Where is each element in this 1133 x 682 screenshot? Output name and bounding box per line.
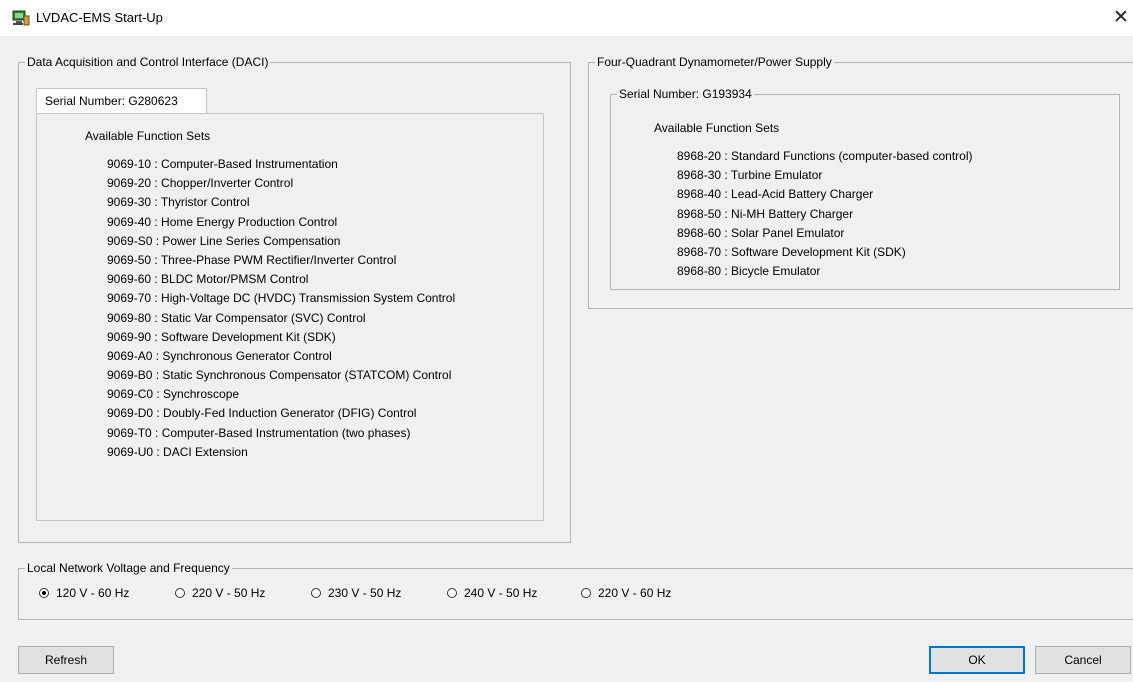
daci-function-list: 9069-10 : Computer-Based Instrumentation… — [107, 155, 455, 462]
ok-button[interactable]: OK — [929, 646, 1025, 674]
function-set-item: 9069-T0 : Computer-Based Instrumentation… — [107, 425, 411, 440]
daci-legend: Data Acquisition and Control Interface (… — [25, 55, 271, 69]
function-set-item: 9069-20 : Chopper/Inverter Control — [107, 176, 294, 191]
radio-240v-50hz[interactable]: 240 V - 50 Hz — [447, 586, 537, 600]
function-set-item: 8968-60 : Solar Panel Emulator — [677, 225, 845, 240]
radio-label: 240 V - 50 Hz — [464, 586, 538, 600]
function-set-item: 9069-80 : Static Var Compensator (SVC) C… — [107, 310, 366, 325]
function-set-item: 8968-80 : Bicycle Emulator — [677, 264, 821, 279]
radio-120v-60hz[interactable]: 120 V - 60 Hz — [39, 586, 129, 600]
cancel-button[interactable]: Cancel — [1035, 646, 1131, 674]
function-set-item: 9069-U0 : DACI Extension — [107, 444, 248, 459]
function-set-item: 9069-B0 : Static Synchronous Compensator… — [107, 368, 452, 383]
function-set-item: 8968-30 : Turbine Emulator — [677, 168, 823, 183]
radio-label: 220 V - 50 Hz — [192, 586, 266, 600]
daci-function-sets-heading: Available Function Sets — [85, 129, 211, 143]
radio-indicator — [39, 588, 49, 598]
radio-220v-60hz[interactable]: 220 V - 60 Hz — [581, 586, 671, 600]
refresh-button[interactable]: Refresh — [18, 646, 114, 674]
dynamometer-serial-legend: Serial Number: G193934 — [617, 87, 754, 101]
close-icon[interactable]: ✕ — [1113, 6, 1129, 30]
window-title: LVDAC-EMS Start-Up — [36, 10, 163, 25]
radio-label: 230 V - 50 Hz — [328, 586, 402, 600]
function-set-item: 9069-70 : High-Voltage DC (HVDC) Transmi… — [107, 291, 456, 306]
function-set-item: 9069-D0 : Doubly-Fed Induction Generator… — [107, 406, 417, 421]
radio-indicator — [175, 588, 185, 598]
function-set-item: 8968-70 : Software Development Kit (SDK) — [677, 244, 906, 259]
function-set-item: 8968-50 : Ni-MH Battery Charger — [677, 206, 854, 221]
function-set-item: 9069-50 : Three-Phase PWM Rectifier/Inve… — [107, 252, 397, 267]
function-set-item: 9069-30 : Thyristor Control — [107, 195, 250, 210]
radio-220v-50hz[interactable]: 220 V - 50 Hz — [175, 586, 265, 600]
radio-indicator — [581, 588, 591, 598]
title-bar: LVDAC-EMS Start-Up ✕ — [0, 0, 1133, 36]
computer-icon — [12, 10, 30, 26]
function-set-item: 9069-10 : Computer-Based Instrumentation — [107, 157, 338, 171]
dyn-function-sets-heading: Available Function Sets — [654, 121, 780, 135]
function-set-item: 9069-S0 : Power Line Series Compensation — [107, 233, 341, 248]
radio-label: 220 V - 60 Hz — [598, 586, 672, 600]
function-set-item: 9069-90 : Software Development Kit (SDK) — [107, 329, 336, 344]
function-set-item: 8968-20 : Standard Functions (computer-b… — [677, 149, 973, 163]
function-set-item: 9069-60 : BLDC Motor/PMSM Control — [107, 272, 309, 287]
radio-230v-50hz[interactable]: 230 V - 50 Hz — [311, 586, 401, 600]
function-set-item: 9069-C0 : Synchroscope — [107, 387, 240, 402]
function-set-item: 8968-40 : Lead-Acid Battery Charger — [677, 187, 874, 202]
radio-label: 120 V - 60 Hz — [56, 586, 130, 600]
dynamometer-legend: Four-Quadrant Dynamometer/Power Supply — [595, 55, 834, 69]
function-set-item: 9069-40 : Home Energy Production Control — [107, 214, 338, 229]
dyn-function-list: 8968-20 : Standard Functions (computer-b… — [677, 147, 973, 281]
tab-label: Serial Number: G280623 — [45, 94, 178, 108]
tab-serial-g280623[interactable]: Serial Number: G280623 — [36, 88, 207, 114]
radio-indicator — [447, 588, 457, 598]
radio-indicator — [311, 588, 321, 598]
network-legend: Local Network Voltage and Frequency — [25, 561, 232, 575]
function-set-item: 9069-A0 : Synchronous Generator Control — [107, 348, 332, 363]
